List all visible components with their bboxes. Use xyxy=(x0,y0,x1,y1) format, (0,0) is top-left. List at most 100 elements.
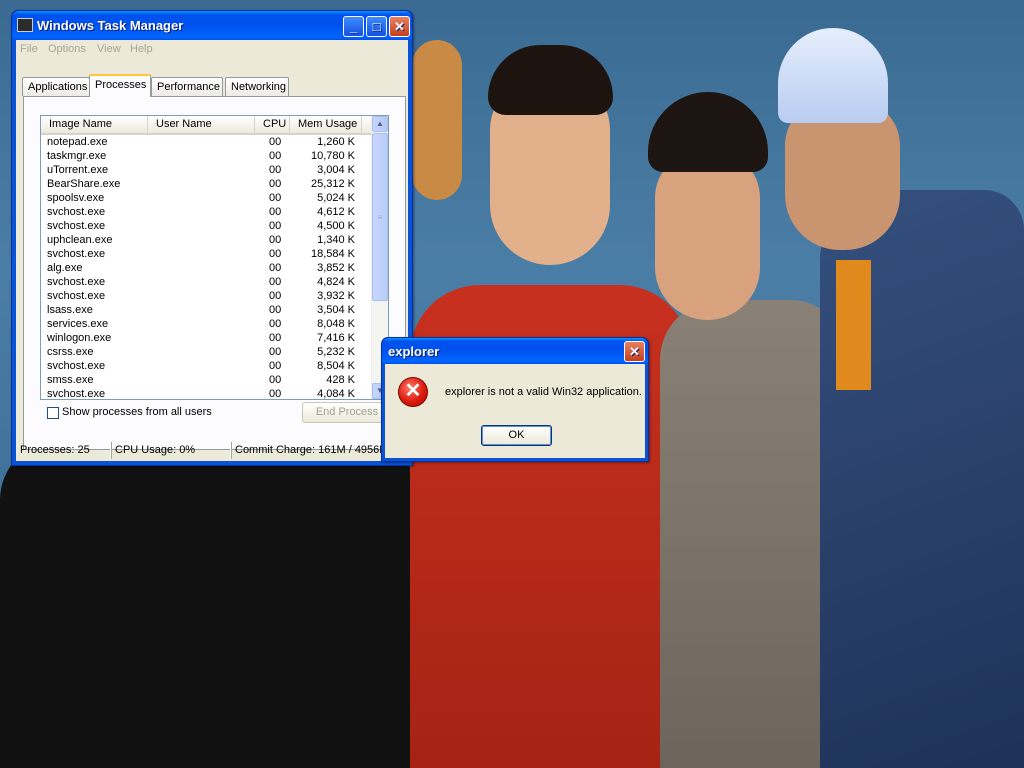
tab-networking[interactable]: Networking xyxy=(225,77,289,96)
column-mem-usage[interactable]: Mem Usage xyxy=(290,116,362,133)
table-row[interactable]: csrss.exe 00 5,232 K xyxy=(41,345,373,359)
process-name-cell: svchost.exe xyxy=(47,206,106,218)
column-image-name[interactable]: Image Name xyxy=(41,116,148,133)
process-mem-cell: 3,852 K xyxy=(317,262,355,274)
process-mem-cell: 1,340 K xyxy=(317,234,355,246)
column-cpu[interactable]: CPU xyxy=(255,116,290,133)
wallpaper-figure-left xyxy=(0,440,430,768)
scroll-thumb[interactable]: ≡ xyxy=(372,133,388,301)
table-row[interactable]: uphclean.exe 00 1,340 K xyxy=(41,233,373,247)
scroll-up-button[interactable]: ▲ xyxy=(372,116,388,132)
process-cpu-cell: 00 xyxy=(269,318,282,330)
process-mem-cell: 4,824 K xyxy=(317,276,355,288)
wallpaper-figure-left-hair xyxy=(412,40,462,200)
task-manager-window: Windows Task Manager _ □ ✕ File Options … xyxy=(11,10,413,466)
process-name-cell: smss.exe xyxy=(47,374,94,386)
table-row[interactable]: alg.exe 00 3,852 K xyxy=(41,261,373,275)
task-manager-client: File Options View Help Applications Proc… xyxy=(16,40,408,461)
process-cpu-cell: 00 xyxy=(269,360,282,372)
ok-button[interactable]: OK xyxy=(481,425,552,446)
process-mem-cell: 3,504 K xyxy=(317,304,355,316)
process-cpu-cell: 00 xyxy=(269,150,282,162)
close-icon: ✕ xyxy=(394,19,405,34)
menu-help[interactable]: Help xyxy=(130,43,153,55)
table-row[interactable]: BearShare.exe 00 25,312 K xyxy=(41,177,373,191)
process-name-cell: svchost.exe xyxy=(47,220,106,232)
process-cpu-cell: 00 xyxy=(269,206,282,218)
table-row[interactable]: uTorrent.exe 00 3,004 K xyxy=(41,163,373,177)
process-name-cell: svchost.exe xyxy=(47,388,106,400)
table-row[interactable]: svchost.exe 00 4,500 K xyxy=(41,219,373,233)
table-row[interactable]: svchost.exe 00 18,584 K xyxy=(41,247,373,261)
process-name-cell: svchost.exe xyxy=(47,360,106,372)
tab-performance[interactable]: Performance xyxy=(151,77,223,96)
process-name-cell: svchost.exe xyxy=(47,248,106,260)
process-mem-cell: 10,780 K xyxy=(310,150,355,162)
menu-file[interactable]: File xyxy=(20,43,38,55)
dialog-close-button[interactable]: ✕ xyxy=(624,341,645,362)
end-process-button[interactable]: End Process xyxy=(302,402,392,423)
table-row[interactable]: winlogon.exe 00 7,416 K xyxy=(41,331,373,345)
process-cpu-cell: 00 xyxy=(269,136,282,148)
process-mem-cell: 8,504 K xyxy=(317,360,355,372)
process-mem-cell: 4,500 K xyxy=(317,220,355,232)
process-mem-cell: 428 K xyxy=(326,374,355,386)
status-bar: Processes: 25 CPU Usage: 0% Commit Charg… xyxy=(16,440,408,461)
wallpaper-figure-right-cap xyxy=(778,28,888,123)
tab-applications[interactable]: Applications xyxy=(22,77,90,96)
process-cpu-cell: 00 xyxy=(269,332,282,344)
table-row[interactable]: lsass.exe 00 3,504 K xyxy=(41,303,373,317)
process-list[interactable]: Image Name User Name CPU Mem Usage notep… xyxy=(40,115,389,400)
process-name-cell: csrss.exe xyxy=(47,346,94,358)
maximize-button[interactable]: □ xyxy=(366,16,387,37)
process-cpu-cell: 00 xyxy=(269,164,282,176)
show-all-users-checkbox[interactable] xyxy=(47,407,59,419)
process-list-header: Image Name User Name CPU Mem Usage xyxy=(41,116,373,135)
tab-processes[interactable]: Processes xyxy=(89,74,151,97)
process-mem-cell: 18,584 K xyxy=(310,248,355,260)
close-button[interactable]: ✕ xyxy=(389,16,410,37)
process-cpu-cell: 00 xyxy=(269,290,282,302)
wallpaper-figure-third-face xyxy=(655,150,760,320)
minimize-button[interactable]: _ xyxy=(343,16,364,37)
process-mem-cell: 25,312 K xyxy=(310,178,355,190)
task-manager-title: Windows Task Manager xyxy=(37,18,184,33)
process-cpu-cell: 00 xyxy=(269,374,282,386)
table-row[interactable]: svchost.exe 00 4,084 K xyxy=(41,387,373,400)
wallpaper-figure-right-shirt xyxy=(836,260,871,390)
process-cpu-cell: 00 xyxy=(269,220,282,232)
table-row[interactable]: svchost.exe 00 4,824 K xyxy=(41,275,373,289)
arrow-up-icon: ▲ xyxy=(376,119,384,128)
dialog-message: explorer is not a valid Win32 applicatio… xyxy=(445,386,642,398)
wallpaper-figure-center-hair xyxy=(488,45,613,115)
wallpaper-figure-third-hair xyxy=(648,92,768,172)
menu-view[interactable]: View xyxy=(97,43,121,55)
process-cpu-cell: 00 xyxy=(269,192,282,204)
status-cpu-usage: CPU Usage: 0% xyxy=(110,442,229,459)
table-row[interactable]: services.exe 00 8,048 K xyxy=(41,317,373,331)
process-cpu-cell: 00 xyxy=(269,262,282,274)
table-row[interactable]: spoolsv.exe 00 5,024 K xyxy=(41,191,373,205)
menu-options[interactable]: Options xyxy=(48,43,86,55)
process-name-cell: spoolsv.exe xyxy=(47,192,105,204)
process-cpu-cell: 00 xyxy=(269,248,282,260)
task-manager-titlebar[interactable]: Windows Task Manager _ □ ✕ xyxy=(12,11,412,40)
process-mem-cell: 5,024 K xyxy=(317,192,355,204)
process-name-cell: svchost.exe xyxy=(47,276,106,288)
table-row[interactable]: svchost.exe 00 8,504 K xyxy=(41,359,373,373)
table-row[interactable]: svchost.exe 00 4,612 K xyxy=(41,205,373,219)
process-mem-cell: 4,084 K xyxy=(317,388,355,400)
table-row[interactable]: taskmgr.exe 00 10,780 K xyxy=(41,149,373,163)
process-mem-cell: 4,612 K xyxy=(317,206,355,218)
explorer-error-dialog: explorer ✕ ✕ explorer is not a valid Win… xyxy=(381,337,649,462)
table-row[interactable]: svchost.exe 00 3,932 K xyxy=(41,289,373,303)
table-row[interactable]: smss.exe 00 428 K xyxy=(41,373,373,387)
dialog-title: explorer xyxy=(388,344,440,359)
column-user-name[interactable]: User Name xyxy=(148,116,255,133)
table-row[interactable]: notepad.exe 00 1,260 K xyxy=(41,135,373,149)
process-mem-cell: 1,260 K xyxy=(317,136,355,148)
show-all-users-label[interactable]: Show processes from all users xyxy=(62,406,212,418)
status-processes: Processes: 25 xyxy=(20,444,90,456)
dialog-titlebar[interactable]: explorer ✕ xyxy=(382,338,648,364)
minimize-icon: _ xyxy=(349,19,358,34)
